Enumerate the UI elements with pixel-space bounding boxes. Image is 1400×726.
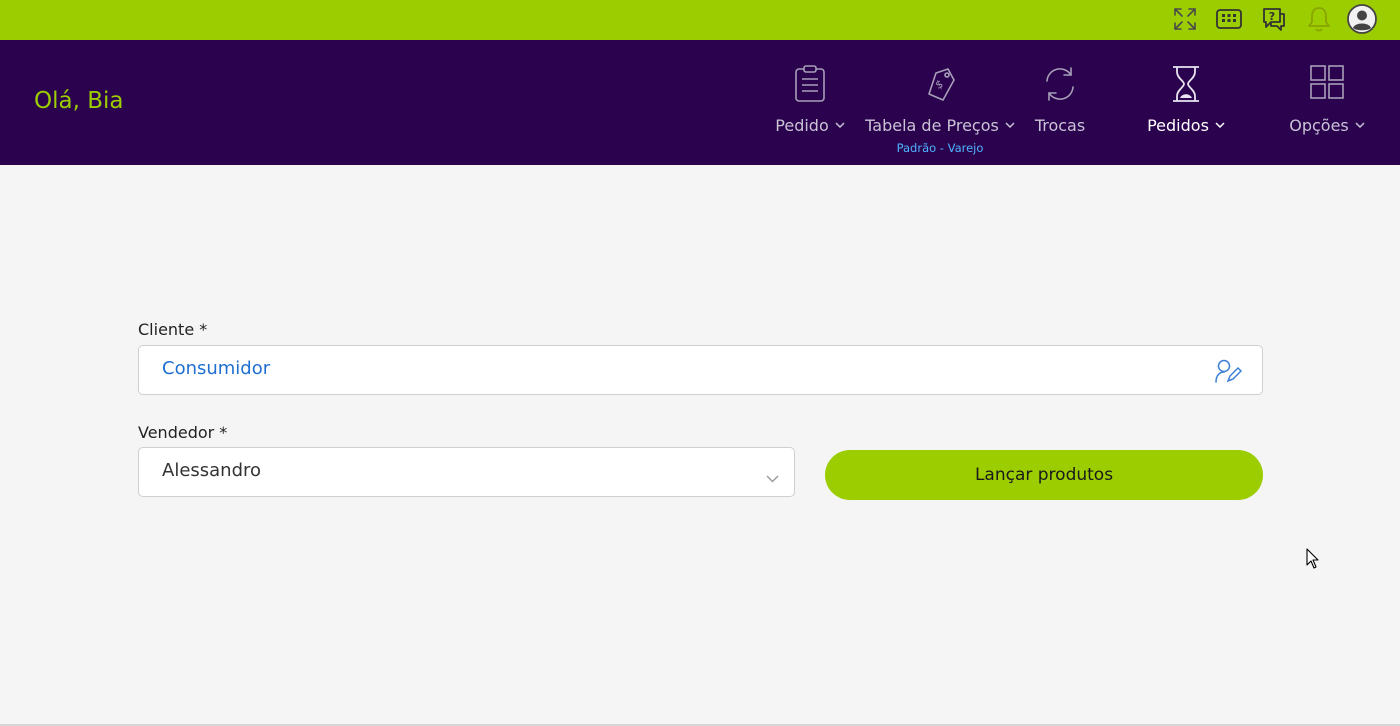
lancar-produtos-button[interactable]: Lançar produtos: [825, 450, 1263, 500]
nav-trocas[interactable]: Trocas: [1026, 40, 1094, 165]
vendedor-label: Vendedor *: [138, 423, 228, 442]
chevron-down-icon: [766, 468, 779, 487]
fullscreen-icon[interactable]: [1168, 2, 1202, 36]
nav-pedidos[interactable]: Pedidos: [1138, 40, 1234, 165]
main-header: Olá, Bia Pedido $ Tabela de Preços Padrã…: [0, 40, 1400, 165]
greeting: Olá, Bia: [34, 88, 124, 114]
price-tag-icon: $: [923, 64, 957, 108]
chevron-down-icon: [1215, 122, 1225, 128]
bell-icon[interactable]: [1302, 2, 1336, 36]
top-utility-bar: ?: [0, 0, 1400, 40]
grid-icon: [1309, 64, 1345, 104]
chevron-down-icon: [1005, 122, 1015, 128]
nav-pedido-label: Pedido: [775, 116, 829, 135]
vendedor-value: Alessandro: [162, 460, 262, 481]
cliente-value: Consumidor: [162, 358, 271, 379]
nav-opcoes[interactable]: Opções: [1280, 40, 1374, 165]
nav-pedidos-label: Pedidos: [1147, 116, 1209, 135]
clipboard-icon: [793, 64, 827, 108]
nav-pedido[interactable]: Pedido: [766, 40, 854, 165]
chevron-down-icon: [1355, 122, 1365, 128]
hourglass-icon: [1169, 64, 1203, 108]
mouse-cursor-icon: [1306, 548, 1320, 574]
price-table-subtitle: Padrão - Varejo: [896, 141, 984, 155]
keypad-icon[interactable]: [1212, 2, 1246, 36]
chevron-down-icon: [835, 122, 845, 128]
nav-tabela-label: Tabela de Preços: [865, 116, 999, 135]
nav-tabela-de-precos[interactable]: $ Tabela de Preços Padrão - Varejo: [860, 40, 1020, 165]
svg-text:?: ?: [1269, 10, 1275, 23]
nav-trocas-label: Trocas: [1034, 116, 1086, 135]
cliente-field[interactable]: Consumidor: [138, 345, 1263, 395]
cliente-label: Cliente *: [138, 320, 208, 339]
svg-text:$: $: [933, 77, 945, 92]
user-edit-icon[interactable]: [1214, 358, 1243, 388]
refresh-icon: [1040, 64, 1080, 108]
user-avatar-icon[interactable]: [1345, 2, 1379, 36]
nav-opcoes-label: Opções: [1289, 116, 1349, 135]
help-chat-icon[interactable]: ?: [1257, 2, 1291, 36]
vendedor-select[interactable]: Alessandro: [138, 447, 795, 497]
